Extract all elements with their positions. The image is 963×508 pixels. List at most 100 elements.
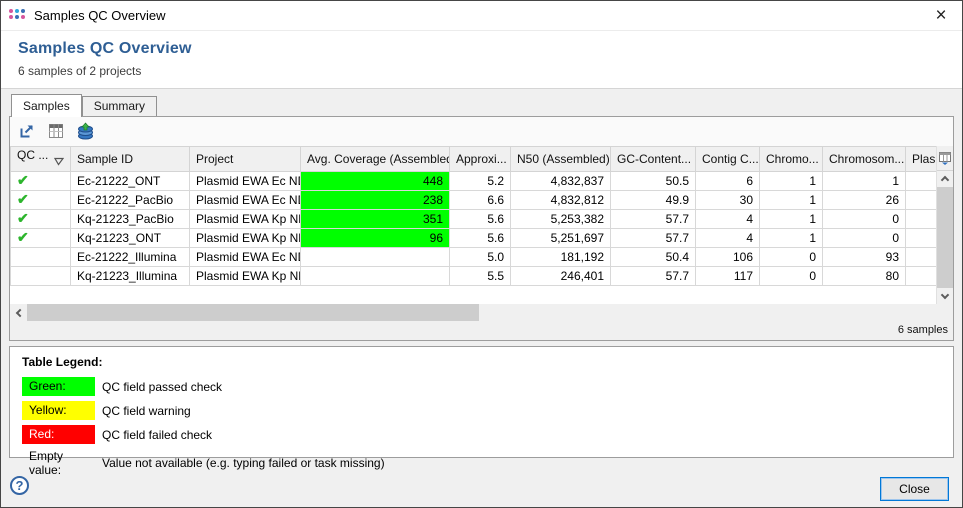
cell-avg_coverage[interactable]: 238 [301, 190, 450, 209]
cell-project[interactable]: Plasmid EWA Kp NDM [190, 228, 301, 247]
vertical-scroll-thumb[interactable] [937, 187, 953, 288]
cell-plasmid[interactable] [906, 209, 937, 228]
cell-qc[interactable]: ✔ [11, 171, 71, 190]
cell-qc[interactable] [11, 247, 71, 266]
table-row[interactable]: Ec-21222_IlluminaPlasmid EWA Ec NDM 5.018… [11, 247, 937, 266]
cell-plasmid[interactable] [906, 171, 937, 190]
cell-qc[interactable]: ✔ [11, 228, 71, 247]
cell-avg_coverage[interactable]: 351 [301, 209, 450, 228]
cell-gc[interactable]: 57.7 [611, 209, 696, 228]
column-header-sample_id[interactable]: Sample ID [71, 146, 190, 171]
cell-gc[interactable]: 50.5 [611, 171, 696, 190]
column-header-qc[interactable]: QC ... [11, 146, 71, 171]
column-layout-icon[interactable] [46, 121, 66, 141]
cell-project[interactable]: Plasmid EWA Ec NDM [190, 247, 301, 266]
cell-n50[interactable]: 5,253,382 [511, 209, 611, 228]
cell-sample_id[interactable]: Ec-21222_Illumina [71, 247, 190, 266]
scroll-up-icon[interactable] [937, 171, 953, 187]
vertical-scrollbar[interactable] [937, 187, 953, 288]
cell-sample_id[interactable]: Kq-21223_PacBio [71, 209, 190, 228]
cell-plasmid[interactable] [906, 266, 937, 285]
cell-contig[interactable]: 4 [696, 209, 760, 228]
cell-plasmid[interactable] [906, 247, 937, 266]
table-row[interactable]: Kq-21223_IlluminaPlasmid EWA Kp NDM 5.524… [11, 266, 937, 285]
column-header-avg_coverage[interactable]: Avg. Coverage (Assembled) [301, 146, 450, 171]
cell-chromo[interactable]: 0 [760, 266, 823, 285]
cell-avg_coverage[interactable] [301, 247, 450, 266]
cell-approx[interactable]: 5.6 [450, 209, 511, 228]
cell-n50[interactable]: 246,401 [511, 266, 611, 285]
cell-project[interactable]: Plasmid EWA Ec NDM [190, 171, 301, 190]
tab-summary[interactable]: Summary [82, 96, 157, 116]
cell-chromo[interactable]: 0 [760, 247, 823, 266]
cell-project[interactable]: Plasmid EWA Kp NDM [190, 209, 301, 228]
cell-contig[interactable]: 117 [696, 266, 760, 285]
cell-qc[interactable]: ✔ [11, 190, 71, 209]
cell-chromo[interactable]: 1 [760, 171, 823, 190]
cell-chromo[interactable]: 1 [760, 209, 823, 228]
cell-project[interactable]: Plasmid EWA Kp NDM [190, 266, 301, 285]
sort-filter-icon[interactable] [54, 155, 64, 169]
cell-avg_coverage[interactable]: 96 [301, 228, 450, 247]
cell-sample_id[interactable]: Ec-21222_PacBio [71, 190, 190, 209]
horizontal-scroll-thumb[interactable] [27, 304, 479, 321]
close-button[interactable]: Close [880, 477, 949, 501]
cell-gc[interactable]: 50.4 [611, 247, 696, 266]
column-header-contig[interactable]: Contig C... [696, 146, 760, 171]
cell-chromosom[interactable]: 26 [823, 190, 906, 209]
cell-contig[interactable]: 30 [696, 190, 760, 209]
cell-plasmid[interactable] [906, 228, 937, 247]
cell-contig[interactable]: 6 [696, 171, 760, 190]
cell-contig[interactable]: 106 [696, 247, 760, 266]
table-row[interactable]: ✔Ec-21222_PacBioPlasmid EWA Ec NDM2386.6… [11, 190, 937, 209]
table-row[interactable]: ✔Kq-21223_PacBioPlasmid EWA Kp NDM3515.6… [11, 209, 937, 228]
column-header-chromosom[interactable]: Chromosom... [823, 146, 906, 171]
tab-samples[interactable]: Samples [11, 94, 82, 117]
cell-approx[interactable]: 6.6 [450, 190, 511, 209]
cell-sample_id[interactable]: Ec-21222_ONT [71, 171, 190, 190]
cell-chromosom[interactable]: 0 [823, 209, 906, 228]
cell-chromosom[interactable]: 1 [823, 171, 906, 190]
column-header-plasmid[interactable]: Plasm [906, 146, 937, 171]
column-chooser-icon[interactable] [937, 146, 953, 171]
cell-approx[interactable]: 5.6 [450, 228, 511, 247]
cell-avg_coverage[interactable] [301, 266, 450, 285]
cell-plasmid[interactable] [906, 190, 937, 209]
column-header-gc[interactable]: GC-Content... [611, 146, 696, 171]
export-table-icon[interactable] [17, 121, 37, 141]
cell-chromo[interactable]: 1 [760, 190, 823, 209]
column-header-chromo[interactable]: Chromo... [760, 146, 823, 171]
cell-n50[interactable]: 4,832,837 [511, 171, 611, 190]
cell-chromosom[interactable]: 80 [823, 266, 906, 285]
table-row[interactable]: ✔Kq-21223_ONTPlasmid EWA Kp NDM965.65,25… [11, 228, 937, 247]
cell-n50[interactable]: 4,832,812 [511, 190, 611, 209]
cell-qc[interactable]: ✔ [11, 209, 71, 228]
cell-chromo[interactable]: 1 [760, 228, 823, 247]
cell-sample_id[interactable]: Kq-21223_Illumina [71, 266, 190, 285]
cell-project[interactable]: Plasmid EWA Ec NDM [190, 190, 301, 209]
cell-contig[interactable]: 4 [696, 228, 760, 247]
column-header-n50[interactable]: N50 (Assembled) [511, 146, 611, 171]
horizontal-scrollbar[interactable] [10, 304, 953, 321]
help-icon[interactable]: ? [10, 476, 29, 495]
cell-sample_id[interactable]: Kq-21223_ONT [71, 228, 190, 247]
cell-approx[interactable]: 5.0 [450, 247, 511, 266]
cell-approx[interactable]: 5.2 [450, 171, 511, 190]
cell-n50[interactable]: 181,192 [511, 247, 611, 266]
scroll-left-icon[interactable] [10, 304, 27, 321]
cell-avg_coverage[interactable]: 448 [301, 171, 450, 190]
cell-n50[interactable]: 5,251,697 [511, 228, 611, 247]
cell-chromosom[interactable]: 0 [823, 228, 906, 247]
cell-chromosom[interactable]: 93 [823, 247, 906, 266]
column-header-approx[interactable]: Approxi... [450, 146, 511, 171]
cell-gc[interactable]: 49.9 [611, 190, 696, 209]
cell-qc[interactable] [11, 266, 71, 285]
column-header-project[interactable]: Project [190, 146, 301, 171]
cell-approx[interactable]: 5.5 [450, 266, 511, 285]
cell-gc[interactable]: 57.7 [611, 266, 696, 285]
database-upload-icon[interactable] [75, 121, 95, 141]
cell-gc[interactable]: 57.7 [611, 228, 696, 247]
table-row[interactable]: ✔Ec-21222_ONTPlasmid EWA Ec NDM4485.24,8… [11, 171, 937, 190]
scroll-down-icon[interactable] [937, 288, 953, 304]
close-icon[interactable]: × [930, 7, 952, 25]
